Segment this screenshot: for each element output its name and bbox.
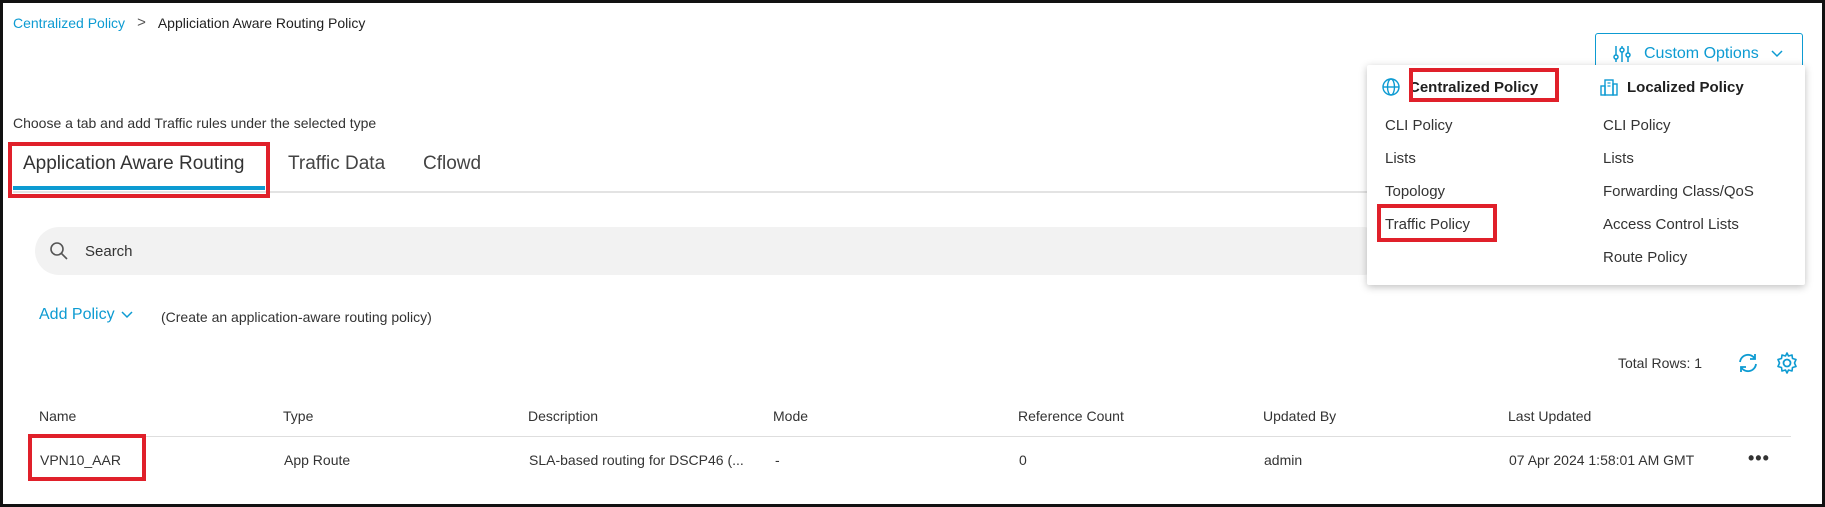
search-bar[interactable]	[35, 227, 1387, 275]
menu-item-centralized-lists[interactable]: Lists	[1385, 150, 1416, 167]
breadcrumb-link-centralized-policy[interactable]: Centralized Policy	[13, 15, 125, 31]
policy-type-tabs: Application Aware Routing Traffic Data C…	[13, 143, 1373, 193]
menu-item-localized-access-control-lists[interactable]: Access Control Lists	[1603, 216, 1739, 233]
menu-item-localized-lists[interactable]: Lists	[1603, 150, 1634, 167]
centralized-policy-title: Centralized Policy	[1409, 78, 1539, 96]
active-tab-indicator	[13, 186, 265, 190]
menu-item-localized-cli-policy[interactable]: CLI Policy	[1603, 117, 1671, 134]
cell-mode: -	[775, 452, 780, 468]
building-icon	[1599, 77, 1619, 97]
globe-icon	[1381, 77, 1401, 97]
chevron-down-icon	[121, 311, 133, 319]
cell-description: SLA-based routing for DSCP46 (...	[529, 452, 744, 468]
sliders-icon	[1612, 44, 1632, 64]
total-rows: Total Rows: 1	[1618, 355, 1703, 371]
tab-traffic-data[interactable]: Traffic Data	[288, 153, 385, 175]
cell-reference-count: 0	[1019, 452, 1027, 468]
gear-icon[interactable]	[1775, 351, 1799, 380]
custom-options-label: Custom Options	[1644, 45, 1759, 62]
menu-item-centralized-topology[interactable]: Topology	[1385, 183, 1445, 200]
add-policy-button[interactable]: Add Policy	[39, 306, 133, 324]
column-header-type[interactable]: Type	[283, 408, 313, 424]
cell-type: App Route	[284, 452, 351, 468]
add-policy-label: Add Policy	[39, 306, 115, 323]
tab-application-aware-routing[interactable]: Application Aware Routing	[23, 153, 244, 175]
column-header-reference-count[interactable]: Reference Count	[1018, 408, 1124, 424]
search-input[interactable]	[83, 241, 687, 261]
menu-item-localized-forwarding-class-qos[interactable]: Forwarding Class/QoS	[1603, 183, 1754, 200]
header-divider	[29, 436, 1791, 437]
add-policy-note: (Create an application-aware routing pol…	[161, 309, 432, 325]
centralized-policy-header: Centralized Policy	[1381, 77, 1538, 97]
column-header-mode[interactable]: Mode	[773, 408, 808, 424]
custom-options-menu: Centralized Policy Localized Policy CLI …	[1367, 65, 1805, 285]
more-actions-icon[interactable]: •••	[1748, 448, 1770, 469]
menu-item-centralized-cli-policy[interactable]: CLI Policy	[1385, 117, 1453, 134]
instruction-text: Choose a tab and add Traffic rules under…	[13, 115, 377, 131]
cell-name[interactable]: VPN10_AAR	[40, 452, 121, 468]
column-header-name[interactable]: Name	[39, 408, 76, 424]
column-header-updated-by[interactable]: Updated By	[1263, 408, 1336, 424]
chevron-right-icon: >	[137, 14, 146, 31]
tab-cflowd[interactable]: Cflowd	[423, 153, 481, 175]
breadcrumb: Centralized Policy > Appliciation Aware …	[13, 14, 365, 31]
cell-updated-by: admin	[1264, 452, 1303, 468]
breadcrumb-current: Appliciation Aware Routing Policy	[157, 14, 366, 31]
refresh-icon[interactable]	[1736, 351, 1760, 380]
search-icon	[49, 241, 69, 261]
menu-item-centralized-traffic-policy[interactable]: Traffic Policy	[1385, 216, 1470, 233]
cell-last-updated: 07 Apr 2024 1:58:01 AM GMT	[1509, 452, 1695, 468]
localized-policy-header: Localized Policy	[1599, 77, 1744, 97]
column-header-last-updated[interactable]: Last Updated	[1508, 408, 1591, 424]
chevron-down-icon	[1771, 50, 1783, 58]
localized-policy-title: Localized Policy	[1627, 78, 1744, 96]
column-header-description[interactable]: Description	[528, 408, 598, 424]
menu-item-localized-route-policy[interactable]: Route Policy	[1603, 249, 1687, 266]
